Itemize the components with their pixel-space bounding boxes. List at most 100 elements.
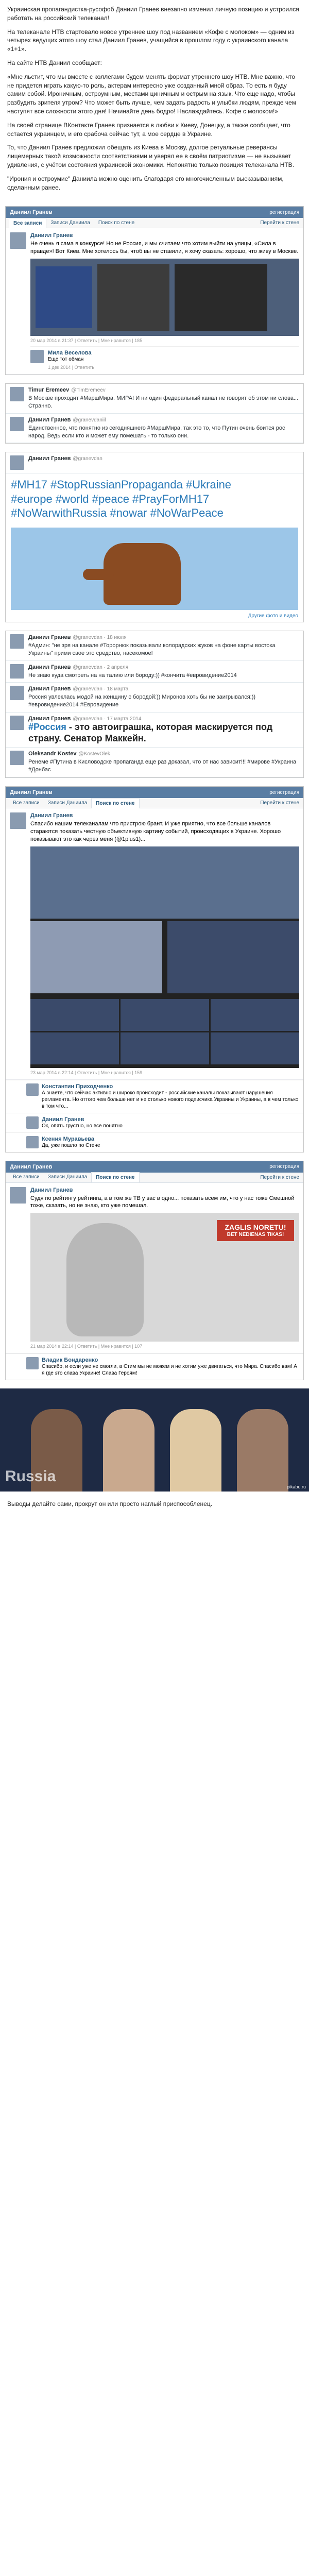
photo-top <box>30 846 299 919</box>
article-p6: "Ирония и остроумие" Даниила можно оцени… <box>7 175 284 191</box>
comment-author[interactable]: Даниил Гранев <box>42 1116 123 1123</box>
tab-wall-search[interactable]: Поиск по стене <box>91 798 140 808</box>
tweet-author[interactable]: Даниил Гранев <box>28 455 71 462</box>
vk-screenshot-1: Даниил Гранев регистрация Все записи Зап… <box>5 206 304 376</box>
avatar[interactable] <box>26 1116 39 1129</box>
vk-register-link[interactable]: регистрация <box>269 210 299 215</box>
tweet-text: Не знаю куда смотреть на на талию или бо… <box>28 672 237 679</box>
vk-register-link[interactable]: регистрация <box>269 1164 299 1170</box>
tweet-big-text: #Россия - это автоиграшка, которая маски… <box>28 722 299 744</box>
tweet-author[interactable]: Даниил Гранев <box>28 417 71 423</box>
photo-thumb <box>30 1032 119 1064</box>
photo-grid <box>30 998 299 1064</box>
tweet: Даниил Гранев @granevdan · 2 апреля Не зн… <box>6 661 303 683</box>
site-watermark: pikabu.ru <box>286 1484 306 1490</box>
tweet-handle[interactable]: @granevdan · 18 июля <box>73 635 126 640</box>
tweet-author[interactable]: Даниил Гранев <box>28 634 71 640</box>
avatar[interactable] <box>10 716 24 731</box>
tweet: Даниил Гранев @granevdan · 18 июля #Админ… <box>6 631 303 661</box>
tab-owner-posts[interactable]: Записи Даниила <box>46 218 94 228</box>
post-photo-collage[interactable] <box>30 846 299 1068</box>
tab-owner-posts[interactable]: Записи Даниила <box>44 798 91 808</box>
tweet-author[interactable]: Даниил Гранев <box>28 686 71 692</box>
avatar[interactable] <box>26 1136 39 1148</box>
channel-logo: Russia <box>5 1468 56 1485</box>
post-text: Судя по рейтингу рейтинга, а в том же ТВ… <box>30 1195 295 1209</box>
tab-wall-search[interactable]: Поиск по стене <box>94 218 139 228</box>
avatar[interactable] <box>30 350 44 364</box>
vk-header: Даниил Гранев регистрация <box>6 787 303 798</box>
avatar[interactable] <box>10 812 26 829</box>
tweet-handle[interactable]: @TimEremeev <box>71 387 105 393</box>
comment-text: Спасибо, и если уже не смогли, а Стим мы… <box>42 1364 297 1377</box>
comment-meta: 1 дек 2014 | Ответить <box>48 365 95 370</box>
banner-subtitle: BET NEDIENAS TIKAS! <box>227 1232 284 1238</box>
avatar[interactable] <box>26 1083 39 1096</box>
tweet-handle[interactable]: @granevdan · 17 марта 2014 <box>73 716 141 722</box>
vk-post: Даниил Гранев Спасибо нашим телеканалам … <box>6 808 303 1080</box>
photo-thumb <box>211 998 299 1031</box>
comment: Ксения Муравьева Да, уже пошло по Стене <box>6 1132 303 1152</box>
avatar[interactable] <box>10 634 24 649</box>
avatar[interactable] <box>10 751 24 766</box>
comment-author[interactable]: Владик Бондаренко <box>42 1357 299 1363</box>
hashtag-line-2[interactable]: #europe #world #peace #PrayForMH17 <box>11 492 298 506</box>
more-media-link[interactable]: Другие фото и видео <box>6 613 303 622</box>
tv-studio-photo: Russia pikabu.ru <box>0 1388 309 1492</box>
hashtag-russia[interactable]: #Россия <box>28 722 66 732</box>
comment-author[interactable]: Ксения Муравьева <box>42 1136 100 1142</box>
bear-image[interactable] <box>11 527 298 610</box>
tweet-author[interactable]: Даниил Гранев <box>28 664 71 670</box>
tweet-handle[interactable]: @granevdaniil <box>73 417 106 423</box>
tweet-handle[interactable]: @granevdan · 2 апреля <box>73 665 128 670</box>
tweet-text: Россия увлеклась модой на женщину с боро… <box>28 694 256 708</box>
post-text: Не очень я сама в конкурсе! Но не Россия… <box>30 241 299 255</box>
vk-header: Даниил Гранев регистрация <box>6 207 303 218</box>
hashtag-block: #MH17 #StopRussianPropaganda #Ukraine #e… <box>6 473 303 524</box>
vk-register-link[interactable]: регистрация <box>269 790 299 795</box>
post-author[interactable]: Даниил Гранев <box>30 232 299 239</box>
tweets-block-2: Даниил Гранев @granevdan #MH17 #StopRussi… <box>5 452 304 622</box>
tweet-handle[interactable]: @granevdan · 18 марта <box>73 686 128 692</box>
tweets-block-3: Даниил Гранев @granevdan · 18 июля #Админ… <box>5 630 304 778</box>
hashtag-line-3[interactable]: #NoWarwithRussia #nowar #NoWarPeace <box>11 506 298 520</box>
banner-title: ZAGLIS NORETU! <box>225 1223 286 1232</box>
post-photo[interactable] <box>30 259 299 336</box>
avatar[interactable] <box>10 664 24 679</box>
tweet: Даниил Гранев @granevdan · 18 марта Росси… <box>6 683 303 713</box>
vk-tabs: Все записи Записи Даниила Поиск по стене… <box>6 217 303 229</box>
avatar[interactable] <box>10 232 26 249</box>
tab-owner-posts[interactable]: Записи Даниила <box>44 1172 91 1182</box>
post-author[interactable]: Даниил Гранев <box>30 1187 299 1193</box>
photo-mid-right <box>167 921 299 993</box>
go-to-wall-link[interactable]: Перейти к стене <box>260 220 299 226</box>
go-to-wall-link[interactable]: Перейти к стене <box>260 800 299 806</box>
avatar[interactable] <box>10 416 24 431</box>
hashtag-line-1[interactable]: #MH17 #StopRussianPropaganda #Ukraine <box>11 478 298 492</box>
tab-all-posts[interactable]: Все записи <box>9 1172 44 1182</box>
article-p5: То, что Даниил Гранев предложил обещать … <box>7 144 295 168</box>
tweet-author[interactable]: Даниил Гранев <box>28 716 71 722</box>
avatar[interactable] <box>10 387 24 402</box>
tweet: Даниил Гранев @granevdan <box>6 452 303 474</box>
avatar[interactable] <box>10 1187 26 1204</box>
comment-author[interactable]: Мила Веселова <box>48 350 94 356</box>
tab-all-posts[interactable]: Все записи <box>9 798 44 808</box>
post-photo[interactable]: ZAGLIS NORETU! BET NEDIENAS TIKAS! <box>30 1213 299 1342</box>
tweet-author[interactable]: Oleksandr Kostev <box>28 751 77 757</box>
avatar[interactable] <box>26 1357 39 1370</box>
tab-wall-search[interactable]: Поиск по стене <box>91 1172 140 1183</box>
tab-all-posts[interactable]: Все записи <box>9 217 47 228</box>
comment-author[interactable]: Константин Приходченко <box>42 1083 299 1090</box>
tweet-handle[interactable]: @granevdan <box>73 456 102 462</box>
post-meta: 23 мар 2014 в 22:14 | Ответить | Мне нра… <box>30 1070 143 1075</box>
tweet-author[interactable]: Timur Eremeev <box>28 387 69 393</box>
avatar[interactable] <box>10 686 24 701</box>
presenter-4 <box>237 1409 288 1492</box>
portrait-shape <box>66 1223 144 1337</box>
tweet-handle[interactable]: @KostevOlek <box>79 751 110 757</box>
article-intro: Украинская пропагандистка-русофоб Даниил… <box>7 6 299 22</box>
go-to-wall-link[interactable]: Перейти к стене <box>260 1175 299 1180</box>
avatar[interactable] <box>10 455 24 470</box>
post-author[interactable]: Даниил Гранев <box>30 812 299 819</box>
